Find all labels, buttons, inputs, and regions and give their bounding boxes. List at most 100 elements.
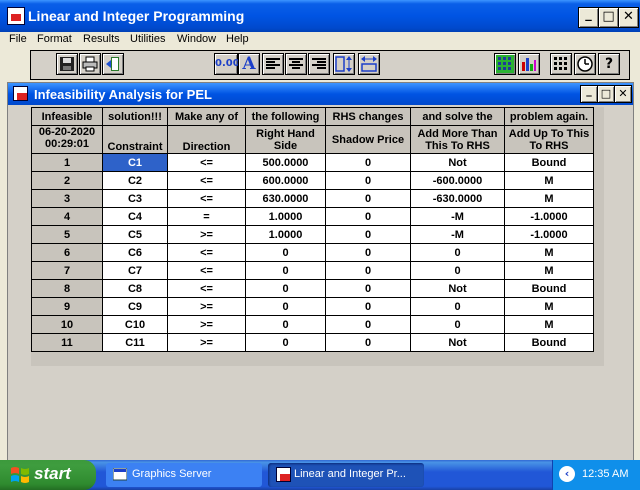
maximize-button[interactable]: □ <box>598 7 619 28</box>
table-row[interactable]: 6 C6 <= 0 0 0 M <box>31 243 594 262</box>
print-icon[interactable] <box>79 53 101 75</box>
shadow-price-cell[interactable]: 0 <box>325 225 411 244</box>
row-number[interactable]: 10 <box>31 315 103 334</box>
direction-cell[interactable]: <= <box>167 189 246 208</box>
add-up-cell[interactable]: M <box>504 261 594 280</box>
rhs-cell[interactable]: 1.0000 <box>245 207 326 226</box>
constraint-cell[interactable]: C2 <box>102 171 168 190</box>
row-number[interactable]: 2 <box>31 171 103 190</box>
shadow-price-cell[interactable]: 0 <box>325 279 411 298</box>
add-up-cell[interactable]: Bound <box>504 153 594 172</box>
constraint-cell[interactable]: C3 <box>102 189 168 208</box>
direction-cell[interactable]: <= <box>167 243 246 262</box>
constraint-cell[interactable]: C4 <box>102 207 168 226</box>
add-more-cell[interactable]: -M <box>410 207 505 226</box>
rhs-cell[interactable]: 0 <box>245 243 326 262</box>
add-up-cell[interactable]: -1.0000 <box>504 207 594 226</box>
child-maximize-button[interactable]: □ <box>597 85 615 103</box>
direction-cell[interactable]: <= <box>167 279 246 298</box>
rhs-cell[interactable]: 0 <box>245 261 326 280</box>
column-header-rhs[interactable]: Right Hand Side <box>245 125 326 154</box>
rhs-cell[interactable]: 500.0000 <box>245 153 326 172</box>
rhs-cell[interactable]: 600.0000 <box>245 171 326 190</box>
row-number[interactable]: 5 <box>31 225 103 244</box>
add-more-cell[interactable]: -600.0000 <box>410 171 505 190</box>
direction-cell[interactable]: >= <box>167 297 246 316</box>
app-icon[interactable] <box>7 7 25 25</box>
shadow-price-cell[interactable]: 0 <box>325 333 411 352</box>
add-more-cell[interactable]: 0 <box>410 297 505 316</box>
add-more-cell[interactable]: Not <box>410 279 505 298</box>
table-row[interactable]: 2 C2 <= 600.0000 0 -600.0000 M <box>31 171 594 190</box>
add-up-cell[interactable]: M <box>504 297 594 316</box>
row-number[interactable]: 4 <box>31 207 103 226</box>
constraint-cell[interactable]: C1 <box>102 153 168 172</box>
direction-cell[interactable]: = <box>167 207 246 226</box>
row-number[interactable]: 8 <box>31 279 103 298</box>
table-row[interactable]: 11 C11 >= 0 0 Not Bound <box>31 333 594 352</box>
rhs-cell[interactable]: 0 <box>245 279 326 298</box>
row-number[interactable]: 9 <box>31 297 103 316</box>
save-icon[interactable] <box>56 53 78 75</box>
clock[interactable]: 12:35 AM <box>582 468 628 480</box>
align-center-icon[interactable] <box>285 53 307 75</box>
constraint-cell[interactable]: C8 <box>102 279 168 298</box>
clock-icon[interactable] <box>574 53 596 75</box>
table-row[interactable]: 8 C8 <= 0 0 Not Bound <box>31 279 594 298</box>
child-minimize-button[interactable]: _ <box>580 85 598 103</box>
rhs-cell[interactable]: 630.0000 <box>245 189 326 208</box>
add-up-cell[interactable]: M <box>504 243 594 262</box>
table-row[interactable]: 5 C5 >= 1.0000 0 -M -1.0000 <box>31 225 594 244</box>
add-up-cell[interactable]: M <box>504 315 594 334</box>
menu-help[interactable]: Help <box>226 33 249 45</box>
shadow-price-cell[interactable]: 0 <box>325 189 411 208</box>
minimize-button[interactable]: _ <box>578 7 599 28</box>
add-more-cell[interactable]: Not <box>410 333 505 352</box>
task-linear-integer[interactable]: Linear and Integer Pr... <box>268 463 424 487</box>
direction-cell[interactable]: <= <box>167 171 246 190</box>
constraint-cell[interactable]: C11 <box>102 333 168 352</box>
shadow-price-cell[interactable]: 0 <box>325 315 411 334</box>
child-titlebar[interactable]: Infeasibility Analysis for PEL _ □ ✕ <box>8 83 633 105</box>
window-titlebar[interactable]: Linear and Integer Programming _ □ ✕ <box>0 0 640 32</box>
column-header-direction[interactable]: Direction <box>167 125 246 154</box>
direction-cell[interactable]: <= <box>167 261 246 280</box>
constraint-cell[interactable]: C9 <box>102 297 168 316</box>
constraint-cell[interactable]: C7 <box>102 261 168 280</box>
shadow-price-cell[interactable]: 0 <box>325 297 411 316</box>
align-left-icon[interactable] <box>262 53 284 75</box>
add-up-cell[interactable]: -1.0000 <box>504 225 594 244</box>
table-row[interactable]: 9 C9 >= 0 0 0 M <box>31 297 594 316</box>
row-number[interactable]: 3 <box>31 189 103 208</box>
start-button[interactable]: start <box>0 460 96 490</box>
table-row[interactable]: 3 C3 <= 630.0000 0 -630.0000 M <box>31 189 594 208</box>
add-more-cell[interactable]: Not <box>410 153 505 172</box>
row-number[interactable]: 11 <box>31 333 103 352</box>
grid-icon[interactable] <box>494 53 516 75</box>
direction-cell[interactable]: <= <box>167 153 246 172</box>
chevron-left-icon[interactable]: ‹ <box>559 466 575 482</box>
calculator-icon[interactable] <box>550 53 572 75</box>
align-right-icon[interactable] <box>308 53 330 75</box>
shadow-price-cell[interactable]: 0 <box>325 243 411 262</box>
add-more-cell[interactable]: -630.0000 <box>410 189 505 208</box>
rhs-cell[interactable]: 0 <box>245 333 326 352</box>
shadow-price-cell[interactable]: 0 <box>325 207 411 226</box>
menu-window[interactable]: Window <box>177 33 216 45</box>
constraint-cell[interactable]: C6 <box>102 243 168 262</box>
menu-utilities[interactable]: Utilities <box>130 33 165 45</box>
font-icon[interactable]: A <box>238 53 260 75</box>
menu-format[interactable]: Format <box>37 33 72 45</box>
direction-cell[interactable]: >= <box>167 315 246 334</box>
menu-file[interactable]: File <box>9 33 27 45</box>
column-header-constraint[interactable]: Constraint <box>102 125 168 154</box>
direction-cell[interactable]: >= <box>167 225 246 244</box>
add-more-cell[interactable]: 0 <box>410 243 505 262</box>
add-up-cell[interactable]: Bound <box>504 279 594 298</box>
decimal-places-button[interactable]: 0.00 <box>214 53 240 75</box>
column-height-icon[interactable] <box>333 53 355 75</box>
close-button[interactable]: ✕ <box>618 7 639 28</box>
task-graphics-server[interactable]: Graphics Server <box>106 463 262 487</box>
row-number[interactable]: 6 <box>31 243 103 262</box>
shadow-price-cell[interactable]: 0 <box>325 153 411 172</box>
